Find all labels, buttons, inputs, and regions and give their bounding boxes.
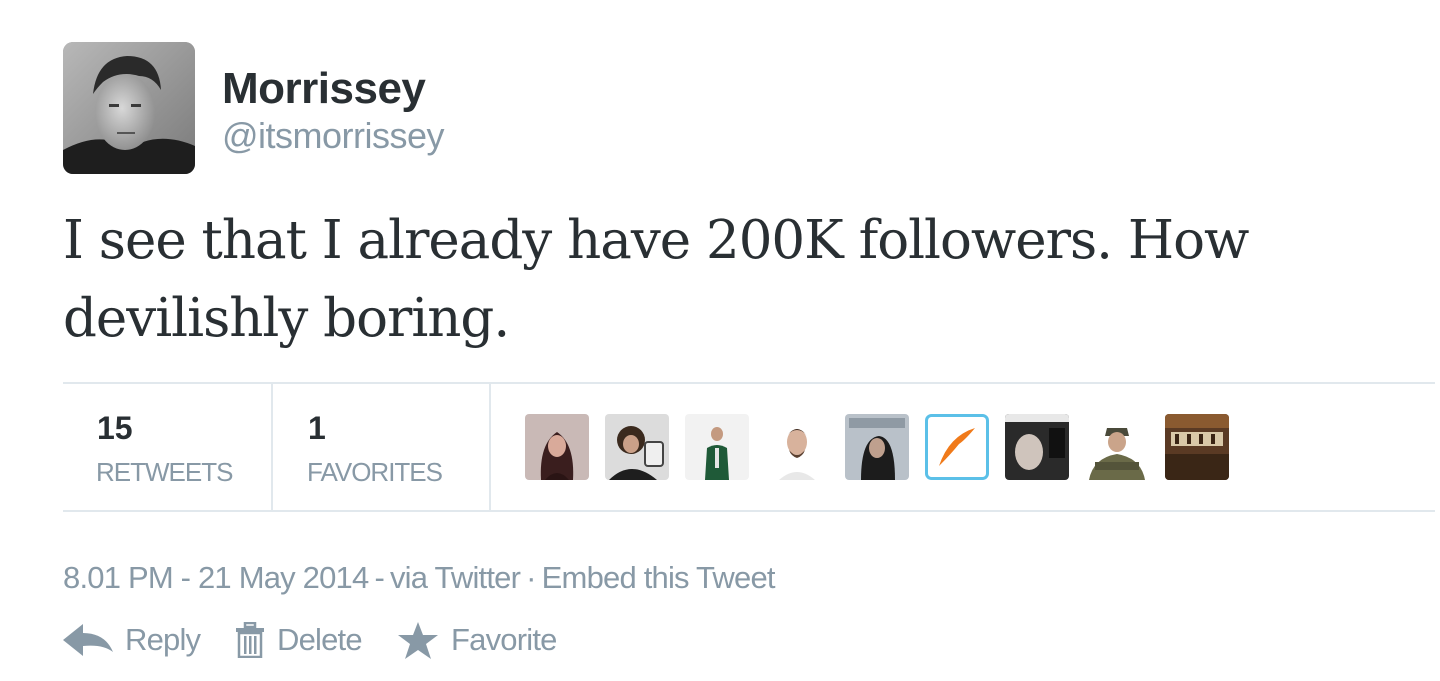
favorites-count: 1 [308, 410, 326, 446]
favorite-label: Favorite [451, 622, 557, 657]
favorites-label: FAVORITES [307, 457, 443, 487]
user-photo-icon [1085, 414, 1149, 480]
user-photo-icon [845, 414, 909, 480]
retweeter-avatar[interactable] [685, 414, 749, 480]
retweeter-avatar[interactable] [605, 414, 669, 480]
user-photo-icon [765, 414, 829, 480]
tweet-meta: 8.01 PM - 21 May 2014- via Twitter · Embed … [63, 558, 776, 598]
delete-label: Delete [277, 622, 363, 657]
author-screen-name[interactable]: @itsmorrissey [222, 114, 445, 158]
meta-separator: - [374, 560, 384, 595]
retweeter-avatar[interactable] [845, 414, 909, 480]
reply-label: Reply [125, 622, 201, 657]
user-photo-icon [1005, 414, 1069, 480]
user-photo-icon [605, 414, 669, 480]
author-display-name[interactable]: Morrissey [222, 64, 444, 114]
retweeter-avatar[interactable] [1005, 414, 1069, 480]
author-avatar-photo [63, 42, 195, 174]
star-icon [397, 622, 439, 672]
retweeter-avatar[interactable] [765, 414, 829, 480]
trash-icon [235, 621, 265, 670]
retweeter-avatar[interactable] [525, 414, 589, 480]
retweets-stat[interactable]: 15 RETWEETS [63, 384, 273, 510]
tweet-card: Morrissey @itsmorrissey I see that I alr… [0, 0, 1440, 681]
user-photo-icon [925, 414, 989, 480]
retweeter-avatar[interactable] [1085, 414, 1149, 480]
favorites-stat[interactable]: 1 FAVORITES [273, 384, 491, 510]
tweet-text: I see that I already have 200K followers… [63, 210, 1249, 349]
delete-button[interactable]: Delete [235, 618, 375, 662]
favorite-button[interactable]: Favorite [397, 618, 577, 662]
tweet-timestamp[interactable]: 8.01 PM - 21 May 2014 [63, 560, 369, 595]
user-photo-icon [525, 414, 589, 480]
retweets-label: RETWEETS [96, 457, 233, 487]
meta-separator-dot: · [526, 560, 536, 595]
reply-arrow-icon [63, 622, 115, 670]
retweeter-avatar[interactable] [1165, 414, 1229, 480]
embed-tweet-link[interactable]: Embed this Tweet [542, 560, 776, 595]
reply-button[interactable]: Reply [63, 618, 213, 662]
author-info: Morrissey @itsmorrissey [222, 64, 445, 158]
author-avatar[interactable] [63, 42, 195, 174]
retweets-count: 15 [97, 410, 133, 446]
stats-bar: 15 RETWEETS 1 FAVORITES [63, 382, 1435, 512]
retweeter-avatar[interactable] [925, 414, 989, 480]
tweet-source[interactable]: via Twitter [390, 560, 521, 595]
user-photo-icon [685, 414, 749, 480]
user-photo-icon [1165, 414, 1229, 480]
